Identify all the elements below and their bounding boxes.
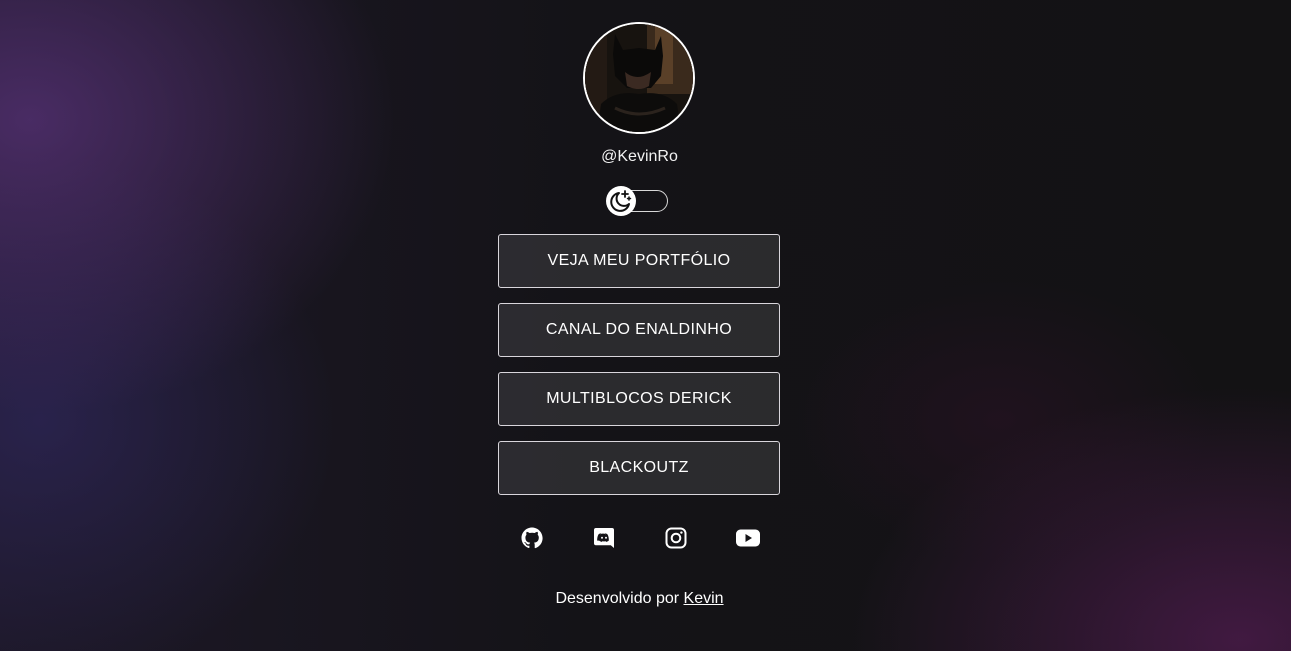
- moon-stars-icon: [610, 190, 632, 212]
- link-button-canal-enaldinho[interactable]: CANAL DO ENALDINHO: [498, 303, 780, 357]
- youtube-icon: [736, 529, 760, 547]
- avatar: [583, 22, 695, 134]
- link-button-multiblocos-derick[interactable]: MULTIBLOCOS DERICK: [498, 372, 780, 426]
- social-links: [519, 525, 761, 551]
- toggle-knob[interactable]: [606, 186, 636, 216]
- link-button-portfolio[interactable]: VEJA MEU PORTFÓLIO: [498, 234, 780, 288]
- discord-icon: [594, 528, 614, 548]
- link-button-blackoutz[interactable]: BLACKOUTZ: [498, 441, 780, 495]
- youtube-link[interactable]: [735, 525, 761, 551]
- author-link[interactable]: Kevin: [684, 590, 724, 607]
- discord-link[interactable]: [591, 525, 617, 551]
- link-tree-container: @KevinRo VEJA MEU PORTFÓLIO CANAL DO ENA…: [0, 0, 1291, 651]
- instagram-icon: [665, 527, 687, 549]
- link-list: VEJA MEU PORTFÓLIO CANAL DO ENALDINHO MU…: [498, 234, 780, 510]
- footer-prefix: Desenvolvido por: [555, 590, 680, 607]
- theme-toggle[interactable]: [606, 186, 668, 216]
- footer: Desenvolvido por Kevin: [0, 590, 1279, 608]
- github-link[interactable]: [519, 525, 545, 551]
- github-icon: [521, 527, 543, 549]
- profile-photo: [585, 24, 693, 132]
- instagram-link[interactable]: [663, 525, 689, 551]
- username: @KevinRo: [601, 148, 678, 165]
